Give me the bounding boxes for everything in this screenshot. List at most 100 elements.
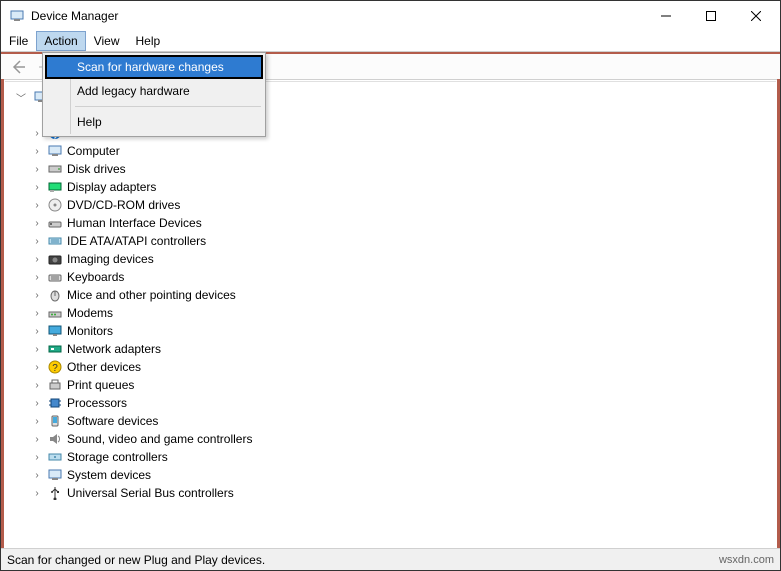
device-label: Sound, video and game controllers — [67, 432, 252, 446]
chevron-right-icon[interactable]: › — [31, 361, 43, 373]
disk-icon — [47, 161, 63, 177]
device-label: Keyboards — [67, 270, 124, 284]
chevron-right-icon[interactable]: › — [31, 379, 43, 391]
tree-item-modems[interactable]: › Modems — [31, 304, 776, 322]
chevron-down-icon[interactable]: ﹀ — [15, 91, 27, 103]
tree-item-system[interactable]: › System devices — [31, 466, 776, 484]
tree-item-other[interactable]: › ? Other devices — [31, 358, 776, 376]
svg-text:?: ? — [52, 363, 58, 374]
device-label: Monitors — [67, 324, 113, 338]
chevron-right-icon[interactable]: › — [31, 253, 43, 265]
device-label: Storage controllers — [67, 450, 168, 464]
tree-item-computer[interactable]: › Computer — [31, 142, 776, 160]
chevron-right-icon[interactable]: › — [31, 469, 43, 481]
network-icon — [47, 341, 63, 357]
processor-icon — [47, 395, 63, 411]
menu-view[interactable]: View — [86, 31, 128, 51]
device-label: Other devices — [67, 360, 141, 374]
tree-item-storage[interactable]: › Storage controllers — [31, 448, 776, 466]
tree-item-mice[interactable]: › Mice and other pointing devices — [31, 286, 776, 304]
tree-item-dvd[interactable]: › DVD/CD-ROM drives — [31, 196, 776, 214]
tree-item-print[interactable]: › Print queues — [31, 376, 776, 394]
statusbar: Scan for changed or new Plug and Play de… — [1, 548, 780, 570]
chevron-right-icon[interactable]: › — [31, 415, 43, 427]
menu-action-help[interactable]: Help — [45, 110, 263, 134]
right-accent — [777, 79, 780, 548]
chevron-right-icon[interactable]: › — [31, 235, 43, 247]
chevron-right-icon[interactable]: › — [31, 289, 43, 301]
tree-item-sound[interactable]: › Sound, video and game controllers — [31, 430, 776, 448]
other-devices-icon: ? — [47, 359, 63, 375]
menu-help[interactable]: Help — [128, 31, 169, 51]
minimize-button[interactable] — [643, 2, 688, 31]
statusbar-site: wsxdn.com — [719, 554, 774, 566]
device-label: Processors — [67, 396, 127, 410]
device-label: Modems — [67, 306, 113, 320]
chevron-right-icon[interactable]: › — [31, 199, 43, 211]
chevron-right-icon[interactable]: › — [31, 217, 43, 229]
device-label: IDE ATA/ATAPI controllers — [67, 234, 206, 248]
storage-icon — [47, 449, 63, 465]
device-tree-pane[interactable]: ﹀ › Batteries › Bluetooth › Computer › D… — [5, 81, 776, 542]
chevron-right-icon[interactable]: › — [31, 181, 43, 193]
chevron-right-icon[interactable]: › — [31, 451, 43, 463]
device-label: Software devices — [67, 414, 158, 428]
device-label: Network adapters — [67, 342, 161, 356]
device-label: Disk drives — [67, 162, 126, 176]
ide-icon — [47, 233, 63, 249]
tree-item-usb[interactable]: › Universal Serial Bus controllers — [31, 484, 776, 502]
sound-icon — [47, 431, 63, 447]
app-icon — [9, 8, 25, 24]
back-button[interactable] — [7, 56, 29, 78]
chevron-right-icon[interactable]: › — [31, 433, 43, 445]
chevron-right-icon[interactable]: › — [31, 271, 43, 283]
chevron-right-icon[interactable]: › — [31, 325, 43, 337]
chevron-right-icon[interactable]: › — [31, 343, 43, 355]
tree-item-keyboards[interactable]: › Keyboards — [31, 268, 776, 286]
system-icon — [47, 467, 63, 483]
device-label: Print queues — [67, 378, 134, 392]
tree-item-ide[interactable]: › IDE ATA/ATAPI controllers — [31, 232, 776, 250]
menu-add-legacy[interactable]: Add legacy hardware — [45, 79, 263, 103]
tree-item-software[interactable]: › Software devices — [31, 412, 776, 430]
chevron-right-icon[interactable]: › — [31, 145, 43, 157]
mouse-icon — [47, 287, 63, 303]
action-dropdown: Scan for hardware changes Add legacy har… — [42, 52, 266, 137]
device-label: Imaging devices — [67, 252, 154, 266]
tree-item-monitors[interactable]: › Monitors — [31, 322, 776, 340]
statusbar-text: Scan for changed or new Plug and Play de… — [7, 553, 265, 567]
close-button[interactable] — [733, 2, 778, 31]
menu-file[interactable]: File — [1, 31, 36, 51]
maximize-button[interactable] — [688, 2, 733, 31]
chevron-right-icon[interactable]: › — [31, 487, 43, 499]
tree-item-imaging[interactable]: › Imaging devices — [31, 250, 776, 268]
chevron-right-icon[interactable]: › — [31, 163, 43, 175]
monitor-icon — [47, 323, 63, 339]
chevron-right-icon[interactable]: › — [31, 397, 43, 409]
left-accent — [1, 79, 4, 548]
tree-item-display-adapters[interactable]: › Display adapters — [31, 178, 776, 196]
window-controls — [643, 2, 778, 31]
keyboard-icon — [47, 269, 63, 285]
printer-icon — [47, 377, 63, 393]
software-icon — [47, 413, 63, 429]
menubar: File Action View Help — [1, 31, 780, 52]
tree-item-disk-drives[interactable]: › Disk drives — [31, 160, 776, 178]
tree-item-hid[interactable]: › Human Interface Devices — [31, 214, 776, 232]
device-label: Universal Serial Bus controllers — [67, 486, 234, 500]
titlebar: Device Manager — [1, 1, 780, 31]
menu-action[interactable]: Action — [36, 31, 85, 51]
usb-icon — [47, 485, 63, 501]
device-label: Mice and other pointing devices — [67, 288, 236, 302]
tree-item-network[interactable]: › Network adapters — [31, 340, 776, 358]
camera-icon — [47, 251, 63, 267]
computer-icon — [47, 143, 63, 159]
modem-icon — [47, 305, 63, 321]
dvd-icon — [47, 197, 63, 213]
display-adapter-icon — [47, 179, 63, 195]
chevron-right-icon[interactable]: › — [31, 307, 43, 319]
menu-scan-hardware[interactable]: Scan for hardware changes — [45, 55, 263, 79]
dropdown-separator — [75, 106, 261, 107]
tree-item-processors[interactable]: › Processors — [31, 394, 776, 412]
device-label: Computer — [67, 144, 120, 158]
